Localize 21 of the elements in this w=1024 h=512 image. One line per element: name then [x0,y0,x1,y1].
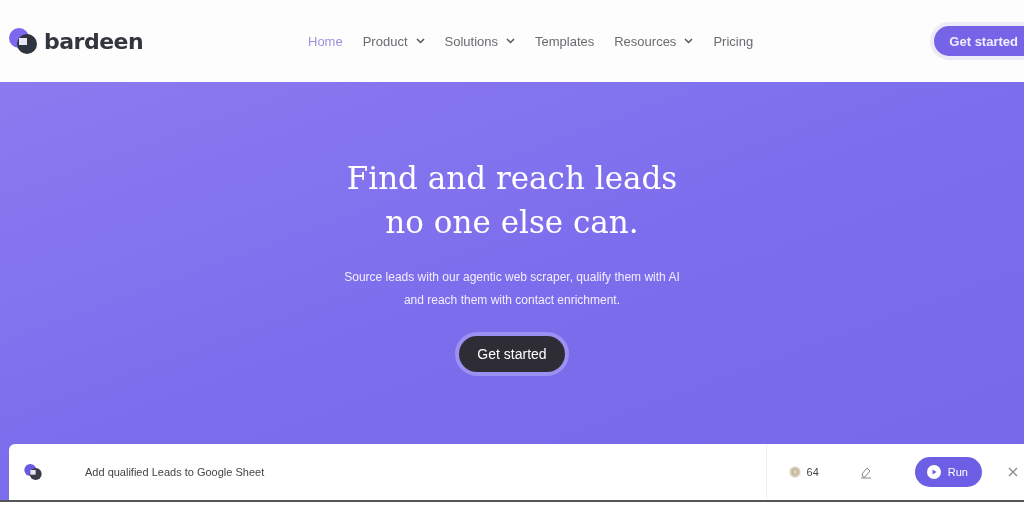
logo-icon [23,462,43,482]
credit-count: 64 [806,466,819,478]
coin-icon [788,466,801,478]
eraser-icon[interactable] [858,465,873,479]
nav-link[interactable]: Product [362,33,425,49]
nav-link[interactable]: Pricing [713,33,754,49]
nav-link[interactable]: Home [308,33,343,49]
logo-text: bardeen [44,28,144,54]
hero-subtitle: Source leads with our agentic web scraper, qualify them with AI and reach them with contact enrichment. [344,269,680,309]
nav-link[interactable]: Solutions [444,33,515,49]
hero-title: Find and reach leads no one else can. [346,159,678,242]
logo-icon [8,27,38,55]
playbook-name: Add qualified Leads to Google Sheet [85,466,265,478]
run-button[interactable]: Run [914,457,982,487]
nav-link[interactable]: Templates [535,33,595,49]
chevron-down-icon [506,38,515,44]
nav-link[interactable]: Resources [614,33,694,49]
chevron-down-icon [415,38,425,44]
close-icon[interactable] [1008,467,1018,477]
play-icon [926,465,941,479]
chevron-down-icon [684,38,694,44]
